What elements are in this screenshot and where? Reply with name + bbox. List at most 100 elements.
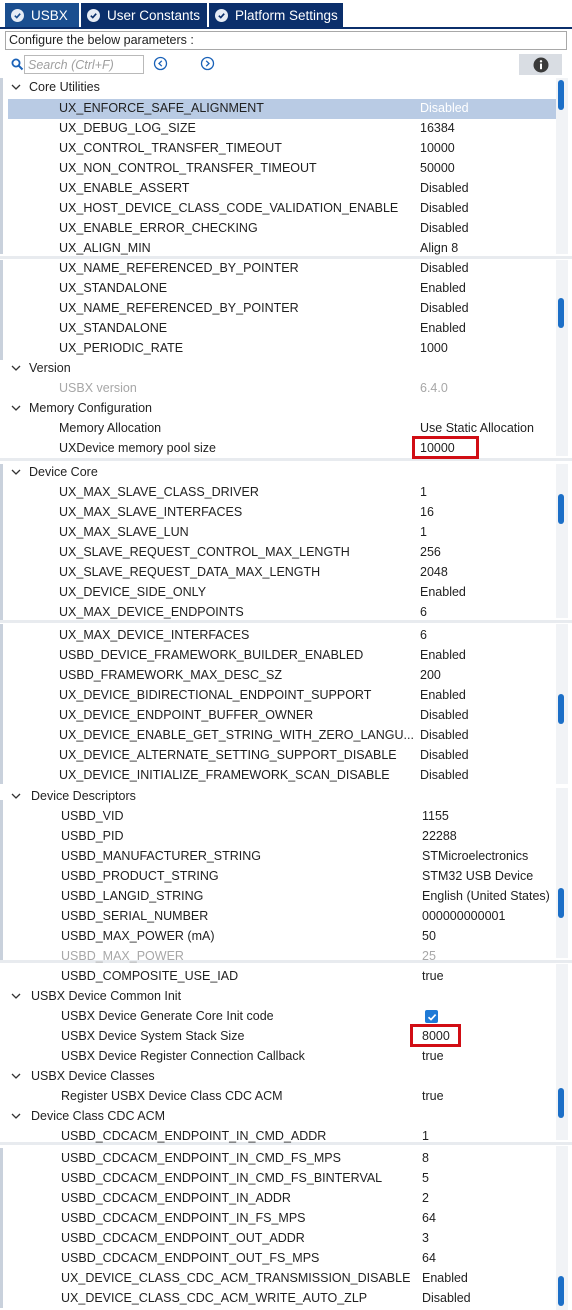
param-row[interactable]: UX_ENABLE_ASSERT Disabled: [0, 179, 556, 199]
scrollbar-thumb[interactable]: [558, 694, 564, 724]
group-device-classes[interactable]: USBX Device Classes: [0, 1067, 556, 1087]
param-value[interactable]: 2: [422, 1191, 429, 1205]
param-row[interactable]: UX_PERIODIC_RATE 1000: [0, 339, 556, 359]
param-row[interactable]: USBD_CDCACM_ENDPOINT_OUT_FS_MPS 64: [0, 1249, 556, 1269]
tab-user-constants[interactable]: User Constants: [81, 3, 208, 27]
param-value[interactable]: Disabled: [420, 221, 469, 235]
param-value[interactable]: Enabled: [420, 688, 466, 702]
param-row[interactable]: UX_DEVICE_SIDE_ONLY Enabled: [0, 583, 556, 603]
param-row[interactable]: UX_NAME_REFERENCED_BY_POINTER Disabled: [0, 259, 556, 279]
param-value[interactable]: 2048: [420, 565, 448, 579]
param-row[interactable]: UX_DEVICE_ALTERNATE_SETTING_SUPPORT_DISA…: [0, 746, 556, 766]
param-value[interactable]: Disabled: [420, 728, 469, 742]
param-value[interactable]: 5: [422, 1171, 429, 1185]
param-row[interactable]: USBD_MANUFACTURER_STRING STMicroelectroni…: [0, 847, 556, 867]
param-value[interactable]: Disabled: [420, 768, 469, 782]
param-value[interactable]: 50: [422, 929, 436, 943]
param-row[interactable]: UX_DEVICE_INITIALIZE_FRAMEWORK_SCAN_DISA…: [0, 766, 556, 786]
group-device-descriptors[interactable]: Device Descriptors: [0, 787, 556, 807]
param-value[interactable]: STM32 USB Device: [422, 869, 533, 883]
param-value[interactable]: English (United States): [422, 889, 550, 903]
param-row[interactable]: UX_DEVICE_CLASS_CDC_ACM_TRANSMISSION_DIS…: [0, 1269, 556, 1289]
param-row[interactable]: USBD_CDCACM_ENDPOINT_OUT_ADDR 3: [0, 1229, 556, 1249]
param-row[interactable]: UX_DEVICE_ENABLE_GET_STRING_WITH_ZERO_LA…: [0, 726, 556, 746]
param-value[interactable]: 22288: [422, 829, 457, 843]
param-row[interactable]: USBD_FRAMEWORK_MAX_DESC_SZ 200: [0, 666, 556, 686]
group-common-init[interactable]: USBX Device Common Init: [0, 987, 556, 1007]
generate-core-init-checkbox[interactable]: [425, 1010, 438, 1023]
param-row[interactable]: USBX Device Generate Core Init code: [0, 1007, 556, 1027]
param-value[interactable]: Disabled: [420, 301, 469, 315]
param-value[interactable]: 200: [420, 668, 441, 682]
param-value[interactable]: 16384: [420, 121, 455, 135]
param-row[interactable]: UX_MAX_SLAVE_LUN 1: [0, 523, 556, 543]
group-memory-configuration[interactable]: Memory Configuration: [0, 399, 556, 419]
param-value[interactable]: true: [422, 1049, 444, 1063]
param-value[interactable]: 1: [420, 485, 427, 499]
chevron-down-icon[interactable]: [11, 405, 21, 412]
param-row[interactable]: USBD_SERIAL_NUMBER 000000000001: [0, 907, 556, 927]
param-value[interactable]: true: [422, 1089, 444, 1103]
param-value[interactable]: 1000: [420, 341, 448, 355]
tab-platform-settings[interactable]: Platform Settings: [209, 3, 344, 27]
tab-usbx[interactable]: USBX: [5, 3, 80, 27]
previous-result-icon[interactable]: [153, 56, 168, 71]
param-row[interactable]: USBD_LANGID_STRING English (United States…: [0, 887, 556, 907]
param-row[interactable]: USBD_CDCACM_ENDPOINT_IN_ADDR 2: [0, 1189, 556, 1209]
param-value[interactable]: Use Static Allocation: [420, 421, 534, 435]
param-row[interactable]: USBD_PRODUCT_STRING STM32 USB Device: [0, 867, 556, 887]
param-row[interactable]: UX_ENABLE_ERROR_CHECKING Disabled: [0, 219, 556, 239]
param-row[interactable]: UX_NON_CONTROL_TRANSFER_TIMEOUT 50000: [0, 159, 556, 179]
param-row[interactable]: USBD_DEVICE_FRAMEWORK_BUILDER_ENABLED Ena…: [0, 646, 556, 666]
param-row[interactable]: Register USBX Device Class CDC ACM true: [0, 1087, 556, 1107]
param-value[interactable]: 000000000001: [422, 909, 505, 923]
vertical-scrollbar[interactable]: [556, 464, 568, 618]
param-value[interactable]: Enabled: [422, 1271, 468, 1285]
chevron-down-icon[interactable]: [11, 365, 21, 372]
param-row[interactable]: USBD_PID 22288: [0, 827, 556, 847]
scrollbar-thumb[interactable]: [558, 888, 564, 918]
param-row[interactable]: UX_DEVICE_ENDPOINT_BUFFER_OWNER Disabled: [0, 706, 556, 726]
param-row[interactable]: UX_DEBUG_LOG_SIZE 16384: [0, 119, 556, 139]
scrollbar-thumb[interactable]: [558, 1088, 564, 1118]
param-value[interactable]: Enabled: [420, 648, 466, 662]
param-row[interactable]: UX_MAX_DEVICE_INTERFACES 6: [0, 626, 556, 646]
param-row[interactable]: USBD_CDCACM_ENDPOINT_IN_FS_MPS 64: [0, 1209, 556, 1229]
param-value[interactable]: 3: [422, 1231, 429, 1245]
param-row[interactable]: UX_NAME_REFERENCED_BY_POINTER Disabled: [0, 299, 556, 319]
vertical-scrollbar[interactable]: [556, 788, 568, 958]
chevron-down-icon[interactable]: [11, 793, 21, 800]
chevron-down-icon[interactable]: [11, 1113, 21, 1120]
param-value[interactable]: 256: [420, 545, 441, 559]
param-row[interactable]: Memory Allocation Use Static Allocation: [0, 419, 556, 439]
param-row[interactable]: USBD_MAX_POWER (mA) 50: [0, 927, 556, 947]
param-row[interactable]: USBX Device Register Connection Callback…: [0, 1047, 556, 1067]
scrollbar-thumb[interactable]: [558, 494, 564, 524]
param-row[interactable]: UX_STANDALONE Enabled: [0, 319, 556, 339]
param-row[interactable]: UX_MAX_SLAVE_CLASS_DRIVER 1: [0, 483, 556, 503]
param-row[interactable]: USBD_COMPOSITE_USE_IAD true: [0, 967, 556, 987]
param-row[interactable]: UX_STANDALONE Enabled: [0, 279, 556, 299]
info-button[interactable]: [519, 54, 562, 75]
param-value[interactable]: 10000: [420, 141, 455, 155]
vertical-scrollbar[interactable]: [556, 964, 568, 1140]
scrollbar-thumb[interactable]: [558, 1276, 564, 1306]
param-value[interactable]: Disabled: [420, 261, 469, 275]
param-row[interactable]: UX_CONTROL_TRANSFER_TIMEOUT 10000: [0, 139, 556, 159]
param-value[interactable]: Disabled: [422, 1291, 471, 1305]
param-value[interactable]: 8000: [422, 1029, 450, 1043]
param-value[interactable]: Disabled: [420, 101, 469, 115]
param-row[interactable]: UX_SLAVE_REQUEST_CONTROL_MAX_LENGTH 256: [0, 543, 556, 563]
param-row[interactable]: UX_MAX_SLAVE_INTERFACES 16: [0, 503, 556, 523]
param-value[interactable]: Enabled: [420, 585, 466, 599]
chevron-down-icon[interactable]: [11, 84, 21, 91]
chevron-down-icon[interactable]: [11, 993, 21, 1000]
param-value[interactable]: 6: [420, 628, 427, 642]
param-value[interactable]: Enabled: [420, 281, 466, 295]
group-device-core[interactable]: Device Core: [0, 463, 556, 483]
param-value[interactable]: 6: [420, 605, 427, 619]
vertical-scrollbar[interactable]: [556, 1146, 568, 1310]
scrollbar-thumb[interactable]: [558, 298, 564, 328]
param-row[interactable]: UX_HOST_DEVICE_CLASS_CODE_VALIDATION_ENA…: [0, 199, 556, 219]
param-row[interactable]: USBD_CDCACM_ENDPOINT_IN_CMD_FS_MPS 8: [0, 1149, 556, 1169]
